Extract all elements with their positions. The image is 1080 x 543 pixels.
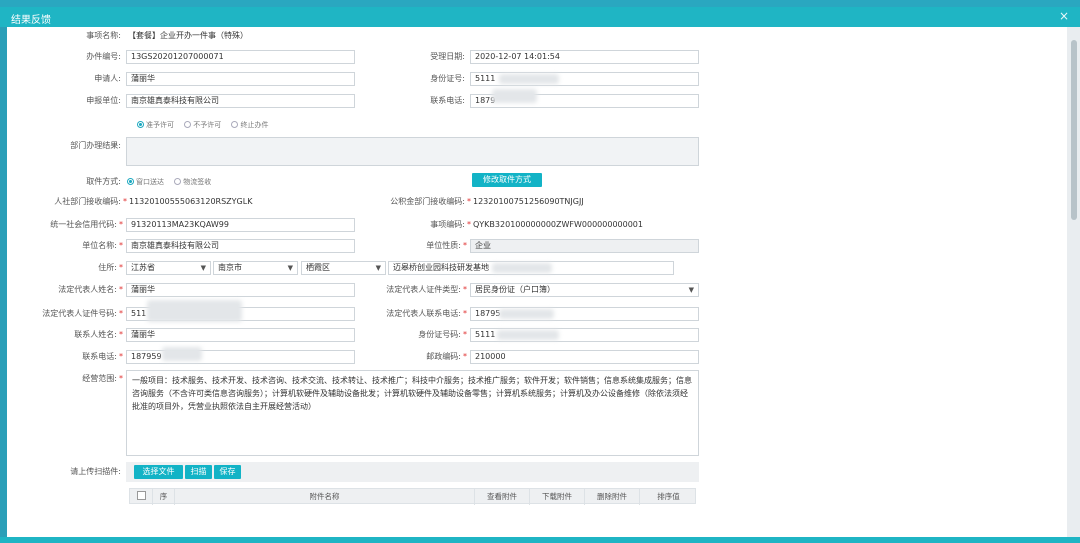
address-label: 住所:: [98, 263, 117, 272]
decision-option-approve[interactable]: 准予许可: [137, 121, 174, 129]
chevron-down-icon: ▼: [287, 264, 293, 272]
pickup-label: 取件方式:: [86, 177, 121, 186]
postcode-field[interactable]: 210000: [470, 350, 699, 364]
fund-code-value: * 12320100751256090TNJGJJ: [467, 197, 584, 206]
matter-code-value: * QYKB320100000000ZWFW000000000001: [467, 220, 643, 229]
legal-id-no-label: 法定代表人证件号码:: [42, 309, 117, 318]
accept-date-field[interactable]: 2020-12-07 14:01:54: [470, 50, 699, 64]
col-view: 查看附件: [474, 489, 529, 505]
col-delete: 删除附件: [584, 489, 639, 505]
contact-name-label: 联系人姓名:: [74, 330, 117, 339]
select-all-checkbox[interactable]: [130, 489, 152, 505]
dialog-title: 结果反馈: [11, 15, 51, 26]
fund-code-label: 公积金部门接收编码:: [390, 197, 465, 206]
radio-icon: [231, 121, 239, 128]
col-download: 下载附件: [529, 489, 584, 505]
case-no-field[interactable]: 13GS20201207000071: [126, 50, 355, 64]
dialog-title-bar: 结果反馈 ×: [0, 7, 1080, 27]
radio-icon: [174, 178, 182, 185]
legal-name-field[interactable]: 蒲丽华: [126, 283, 355, 297]
redaction-mark: [499, 74, 559, 84]
redaction-mark: [147, 300, 242, 322]
pickup-option-logistics[interactable]: 物流签收: [174, 178, 211, 186]
choose-file-button[interactable]: 选择文件: [134, 465, 183, 479]
city-select[interactable]: 南京市 ▼: [213, 261, 298, 275]
col-attachment-name: 附件名称: [174, 489, 474, 505]
decision-option-terminate[interactable]: 终止办件: [231, 121, 268, 129]
modify-pickup-button[interactable]: 修改取件方式: [472, 173, 542, 187]
applicant-label: 申请人:: [94, 74, 121, 83]
district-select[interactable]: 栖霞区 ▼: [301, 261, 386, 275]
attachment-table-header: 序 附件名称 查看附件 下载附件 删除附件 排序值: [129, 488, 697, 505]
pickup-option-window[interactable]: 窗口送达: [127, 178, 164, 186]
bottom-strip: [0, 537, 1080, 543]
postcode-label: 邮政编码:: [426, 352, 461, 361]
unit-nature-field[interactable]: 企业: [470, 239, 699, 253]
radio-icon: [184, 121, 192, 128]
matter-code-label: 事项编码:: [430, 220, 465, 229]
col-sort: 排序值: [639, 489, 697, 505]
close-icon[interactable]: ×: [1059, 9, 1069, 23]
redaction-mark: [499, 309, 554, 319]
redaction-mark: [492, 89, 537, 103]
unit-field[interactable]: 南京雄真泰科技有限公司: [126, 94, 355, 108]
item-name-value: 【套餐】企业开办一件事（特殊）: [128, 31, 248, 40]
credit-code-label: 统一社会信用代码:: [50, 220, 117, 229]
col-index: 序: [152, 489, 174, 505]
dialog-content: 事项名称: 【套餐】企业开办一件事（特殊） 办件编号: 13GS20201207…: [7, 27, 1067, 537]
redaction-mark: [492, 263, 552, 273]
dept-result-textarea[interactable]: [126, 137, 699, 166]
province-select[interactable]: 江苏省 ▼: [126, 261, 211, 275]
decision-radio-group: 准予许可 不予许可 终止办件: [137, 119, 276, 131]
scan-button[interactable]: 扫描: [185, 465, 212, 479]
radio-checked-icon: [127, 178, 134, 185]
top-strip: [0, 0, 1080, 7]
pickup-radio-group: 窗口送达 物流签收: [127, 176, 219, 188]
hrss-code-value: * 11320100555063120RSZYGLK: [123, 197, 253, 206]
contact-phone-label: 联系电话:: [82, 352, 117, 361]
radio-checked-icon: [137, 121, 144, 128]
decision-option-reject[interactable]: 不予许可: [184, 121, 221, 129]
chevron-down-icon: ▼: [375, 264, 381, 272]
redaction-mark: [162, 347, 202, 361]
dept-result-label: 部门办理结果:: [70, 141, 121, 150]
credit-code-field[interactable]: 91320113MA23KQAW99: [126, 218, 355, 232]
legal-id-type-label: 法定代表人证件类型:: [386, 285, 461, 294]
scope-label: 经营范围:: [82, 374, 117, 383]
id-no-label: 身份证号:: [430, 74, 465, 83]
applicant-field[interactable]: 蒲丽华: [126, 72, 355, 86]
case-no-label: 办件编号:: [86, 52, 121, 61]
contact-name-field[interactable]: 蒲丽华: [126, 328, 355, 342]
phone-label: 联系电话:: [430, 96, 465, 105]
legal-id-type-select[interactable]: 居民身份证（户口簿） ▼: [470, 283, 699, 297]
legal-phone-label: 法定代表人联系电话:: [386, 309, 461, 318]
contact-phone-field[interactable]: 187959: [126, 350, 355, 364]
redaction-mark: [497, 330, 559, 340]
save-button[interactable]: 保存: [214, 465, 241, 479]
item-name-label: 事项名称:: [86, 31, 121, 40]
checkbox-icon: [136, 491, 146, 500]
scope-textarea[interactable]: 一般项目：技术服务、技术开发、技术咨询、技术交流、技术转让、技术推广；科技中介服…: [126, 370, 699, 456]
legal-name-label: 法定代表人姓名:: [58, 285, 117, 294]
hrss-code-label: 人社部门接收编码:: [54, 197, 121, 206]
scrollbar-thumb[interactable]: [1071, 40, 1077, 220]
contact-id-label: 身份证号码:: [418, 330, 461, 339]
unit-label: 申报单位:: [86, 96, 121, 105]
chevron-down-icon: ▼: [688, 286, 694, 294]
unit-name-field[interactable]: 南京雄真泰科技有限公司: [126, 239, 355, 253]
unit-nature-label: 单位性质:: [426, 241, 461, 250]
upload-label: 请上传扫描件:: [70, 467, 121, 476]
accept-date-label: 受理日期:: [430, 52, 465, 61]
unit-name-label: 单位名称:: [82, 241, 117, 250]
chevron-down-icon: ▼: [200, 264, 206, 272]
